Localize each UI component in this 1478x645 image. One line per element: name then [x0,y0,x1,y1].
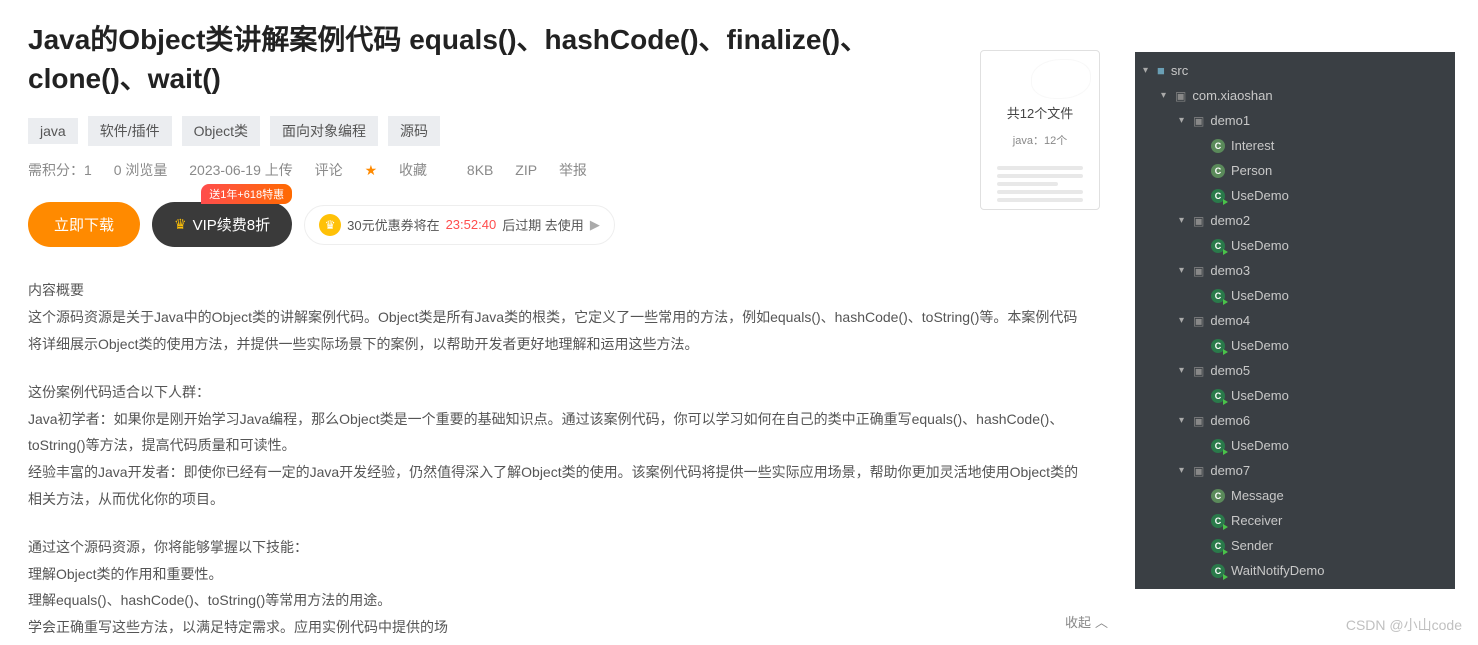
coupon-countdown: 23:52:40 [446,217,497,232]
tree-row[interactable]: CUseDemo [1135,433,1455,458]
class-icon: C [1211,239,1225,253]
page-title: Java的Object类讲解案例代码 equals()、hashCode()、f… [28,20,948,98]
class-icon: C [1211,189,1225,203]
package-icon: ▣ [1193,314,1204,328]
package-icon: ▣ [1175,89,1186,103]
tree-row[interactable]: CSender [1135,533,1455,558]
collapse-button[interactable]: 收起 ︿ [1065,612,1108,631]
package-icon: ▣ [1193,414,1204,428]
meta-report[interactable]: 举报 [559,162,587,178]
tree-row[interactable]: ▾▣demo2 [1135,208,1455,233]
chevron-down-icon: ▾ [1161,90,1173,101]
class-icon: C [1211,389,1225,403]
download-button[interactable]: 立即下载 [28,202,140,247]
coupon-icon: ♛ [319,214,341,236]
meta-row: 需积分：1 0 浏览量 2023-06-19 上传 评论 ★ 收藏 8KB ZI… [28,160,1107,180]
file-sub: java：12个 [989,132,1091,148]
meta-format: ZIP [515,162,537,178]
package-icon: ▣ [1193,214,1204,228]
vip-button[interactable]: ♛ VIP续费8折 [152,202,292,247]
tree-row[interactable]: ▾▣demo4 [1135,308,1455,333]
tree-row[interactable]: CMessage [1135,483,1455,508]
meta-date: 2023-06-19 上传 [189,162,293,178]
promo-badge: 送1年+618特惠 [201,184,292,204]
project-tree[interactable]: ▾■src▾▣com.xiaoshan▾▣demo1CInterestCPers… [1135,52,1455,589]
star-icon: ★ [365,162,378,178]
tree-row[interactable]: CUseDemo [1135,233,1455,258]
watermark: CSDN @小山code [1346,615,1462,635]
package-icon: ▣ [1193,114,1204,128]
tree-row[interactable]: CUseDemo [1135,333,1455,358]
class-icon: C [1211,514,1225,528]
tree-row[interactable]: ▾■src [1135,58,1455,83]
content-text: 理解equals()、hashCode()、toString()等常用方法的用途… [28,587,1088,614]
folder-icon: ■ [1157,63,1165,78]
chevron-down-icon: ▾ [1179,415,1191,426]
file-lines-icon [989,166,1091,202]
class-icon: C [1211,164,1225,178]
content-text: Java初学者：如果你是刚开始学习Java编程，那么Object类是一个重要的基… [28,406,1088,459]
tag[interactable]: 源码 [388,116,440,146]
tag[interactable]: 面向对象编程 [270,116,378,146]
tree-row[interactable]: CWaitNotifyDemo [1135,558,1455,583]
file-count: 共12个文件 [989,103,1091,122]
play-icon: ▶ [590,217,600,233]
preview-swirl-icon [1031,59,1091,99]
tree-row[interactable]: ▾▣demo5 [1135,358,1455,383]
tree-row[interactable]: CUseDemo [1135,283,1455,308]
content-heading: 这份案例代码适合以下人群： [28,379,1088,406]
content-text: 经验丰富的Java开发者：即使你已经有一定的Java开发经验，仍然值得深入了解O… [28,459,1088,512]
tree-row[interactable]: CReceiver [1135,508,1455,533]
class-icon: C [1211,339,1225,353]
tree-row[interactable]: CInterest [1135,133,1455,158]
content-text: 理解Object类的作用和重要性。 [28,561,1088,588]
tag[interactable]: java [28,118,78,144]
class-icon: C [1211,439,1225,453]
meta-size: 8KB [467,162,493,178]
tree-row[interactable]: ▾▣demo3 [1135,258,1455,283]
tag-list: java 软件/插件 Object类面向对象编程源码 [28,116,1107,146]
class-icon: C [1211,139,1225,153]
tree-row[interactable]: CUseDemo [1135,383,1455,408]
tree-row[interactable]: CPerson [1135,158,1455,183]
crown-icon: ♛ [174,216,187,233]
meta-comment[interactable]: 评论 [315,162,343,178]
content-heading: 内容概要 [28,277,1088,304]
tree-row[interactable]: CUseDemo [1135,183,1455,208]
chevron-down-icon: ▾ [1179,315,1191,326]
content-text: 学会正确重写这些方法，以满足特定需求。应用实例代码中提供的场 [28,614,1088,641]
meta-points: 需积分：1 [28,162,92,178]
coupon-box[interactable]: ♛ 30元优惠券将在 23:52:40 后过期 去使用 ▶ [304,205,615,245]
content-text: 这个源码资源是关于Java中的Object类的讲解案例代码。Object类是所有… [28,304,1088,357]
tree-row[interactable]: ▾▣demo1 [1135,108,1455,133]
chevron-up-icon: ︿ [1095,612,1108,631]
tree-row[interactable]: ▾▣com.xiaoshan [1135,83,1455,108]
class-icon: C [1211,564,1225,578]
chevron-down-icon: ▾ [1179,115,1191,126]
package-icon: ▣ [1193,464,1204,478]
class-icon: C [1211,289,1225,303]
tag[interactable]: 软件/插件 [88,116,172,146]
chevron-down-icon: ▾ [1179,215,1191,226]
description-body: 内容概要 这个源码资源是关于Java中的Object类的讲解案例代码。Objec… [28,277,1088,640]
class-icon: C [1211,539,1225,553]
tree-row[interactable]: ▾▣demo7 [1135,458,1455,483]
class-icon: C [1211,489,1225,503]
tree-row[interactable]: ▾▣demo6 [1135,408,1455,433]
chevron-down-icon: ▾ [1143,65,1155,76]
content-heading: 通过这个源码资源，你将能够掌握以下技能： [28,534,1088,561]
chevron-down-icon: ▾ [1179,365,1191,376]
chevron-down-icon: ▾ [1179,265,1191,276]
package-icon: ▣ [1193,364,1204,378]
chevron-down-icon: ▾ [1179,465,1191,476]
package-icon: ▣ [1193,264,1204,278]
meta-fav[interactable]: ★ 收藏 [365,162,445,178]
tag[interactable]: Object类 [182,116,260,146]
meta-views: 0 浏览量 [114,162,168,178]
file-preview-card[interactable]: 共12个文件 java：12个 [980,50,1100,210]
